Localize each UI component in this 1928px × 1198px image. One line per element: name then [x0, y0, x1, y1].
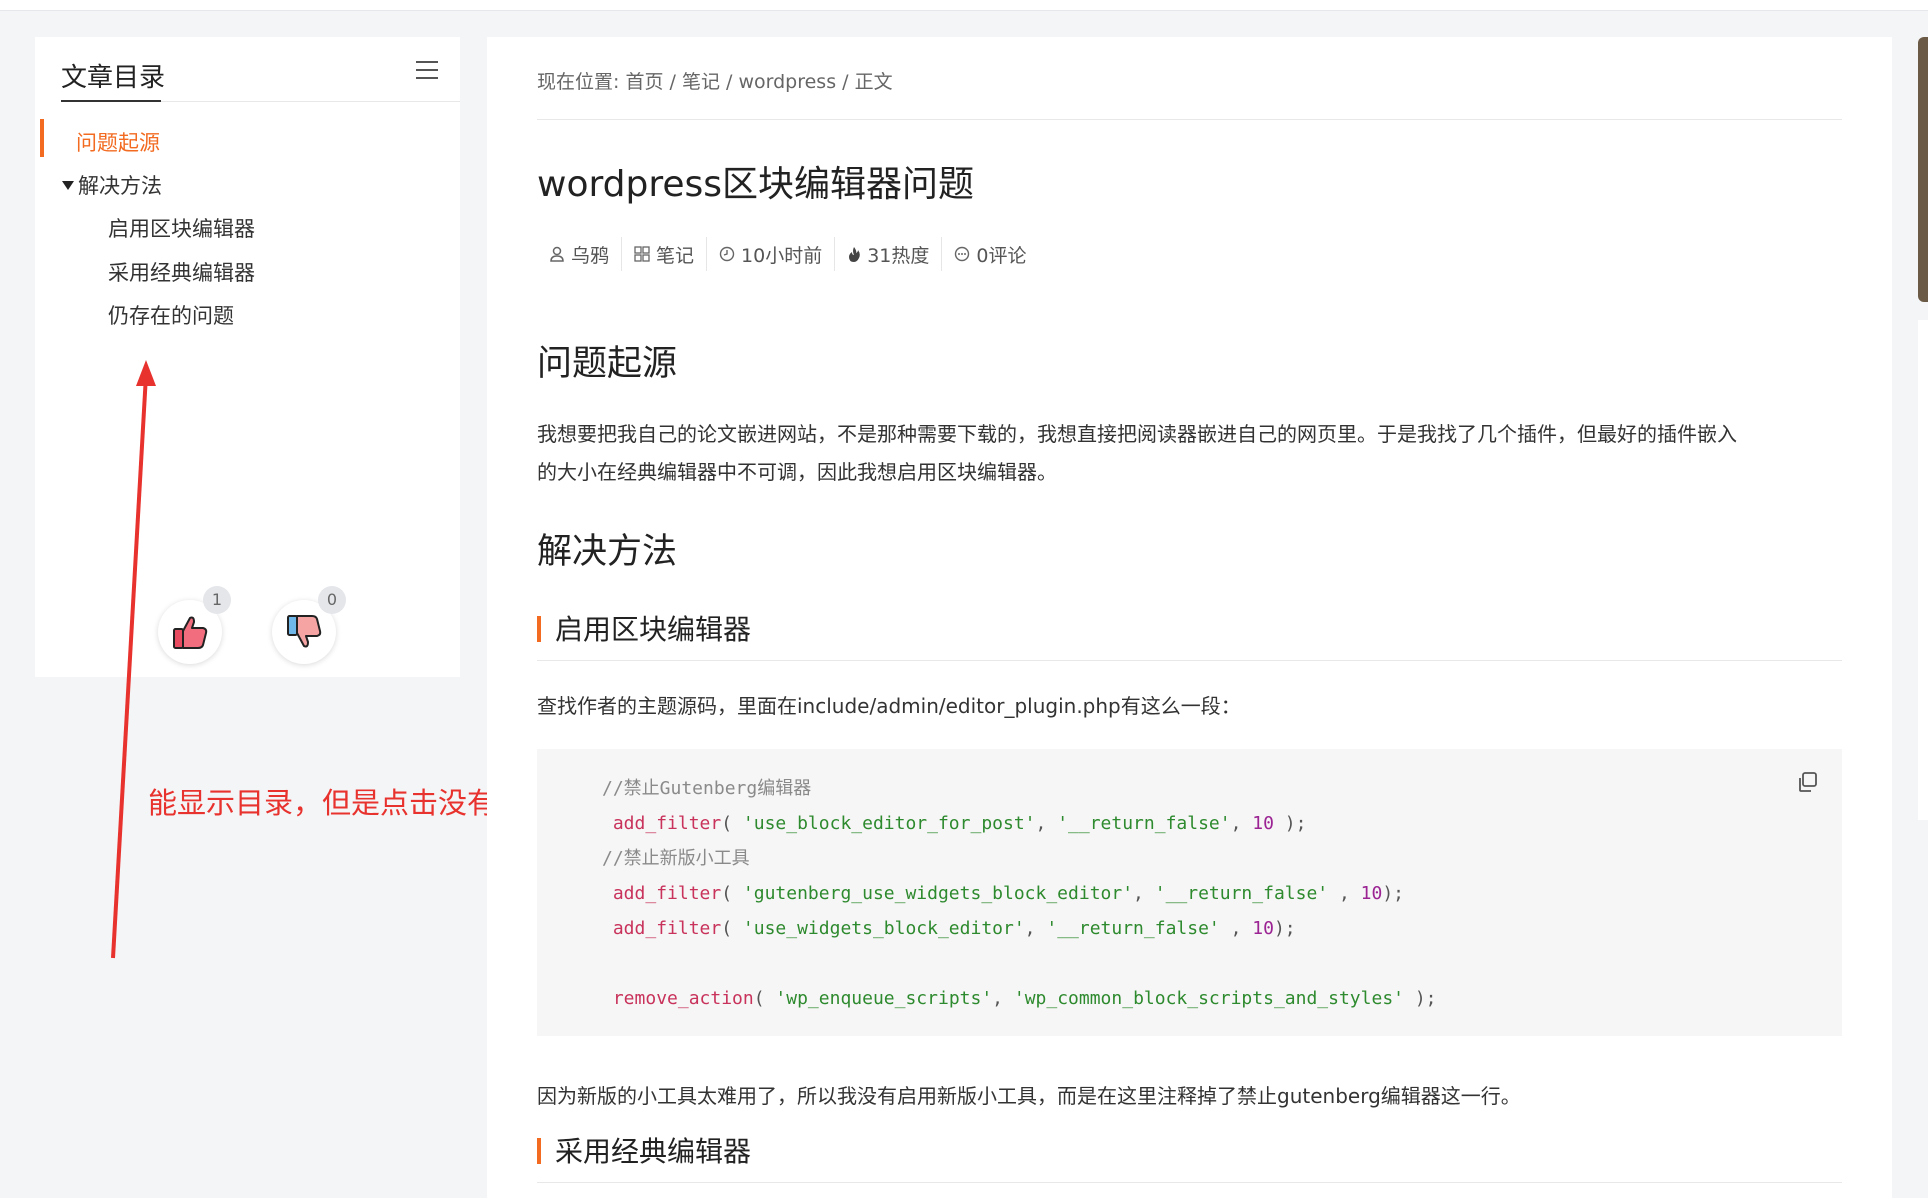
code-function: add_filter [612, 883, 722, 904]
code-content: //禁止Gutenberg编辑器 add_filter( 'use_block_… [602, 778, 1437, 1009]
code-comment: //禁止Gutenberg编辑器 [602, 778, 812, 799]
toc-active-indicator [40, 119, 44, 157]
toc-item-label: 启用区块编辑器 [108, 217, 255, 241]
copy-icon[interactable] [1796, 771, 1818, 793]
toc-item-label: 采用经典编辑器 [108, 261, 255, 285]
meta-time-label: 10小时前 [741, 244, 823, 267]
meta-author-label: 乌鸦 [571, 244, 610, 267]
meta-category[interactable]: 笔记 [622, 237, 708, 271]
dislike-count: 0 [318, 586, 346, 614]
heading-divider [537, 660, 1842, 661]
code-string: '__return_false' [1154, 883, 1329, 904]
article-meta: 乌鸦 笔记 10小时前 31热度 0评论 [537, 237, 1039, 271]
code-function: add_filter [612, 918, 722, 939]
breadcrumb-separator: / [663, 71, 682, 93]
code-string: 'gutenberg_use_widgets_block_editor' [742, 883, 1134, 904]
paragraph-block: 查找作者的主题源码，里面在include/admin/editor_plugin… [537, 694, 1241, 718]
toc-item-remaining[interactable]: 仍存在的问题 [108, 300, 234, 330]
breadcrumb-separator: / [836, 71, 855, 93]
paragraph-after-code: 因为新版的小工具太难用了，所以我没有启用新版小工具，而是在这里注释掉了禁止gut… [537, 1084, 1521, 1108]
grid-icon [634, 246, 650, 262]
toc-item-enable-block[interactable]: 启用区块编辑器 [108, 213, 255, 243]
breadcrumb-separator: / [719, 71, 739, 93]
heading-divider [537, 1182, 1842, 1183]
code-number: 10 [1252, 918, 1274, 939]
meta-category-label: 笔记 [656, 244, 695, 267]
toc-item-solution[interactable]: 解决方法 [62, 170, 162, 200]
paragraph-line: 我想要把我自己的论文嵌进网站，不是那种需要下载的，我想直接把阅读器嵌进自己的网页… [537, 422, 1737, 446]
code-block: //禁止Gutenberg编辑器 add_filter( 'use_block_… [537, 749, 1842, 1036]
article-title: wordpress区块编辑器问题 [537, 164, 975, 205]
heading-enable-block: 启用区块编辑器 [537, 608, 751, 648]
toc-item-origin[interactable]: 问题起源 [76, 127, 160, 157]
paragraph-line: 的大小在经典编辑器中不可调，因此我想启用区块编辑器。 [537, 460, 1057, 484]
thumbs-down-icon [287, 615, 322, 648]
thumbs-up-icon [173, 616, 208, 649]
breadcrumb: 现在位置: 首页 / 笔记 / wordpress / 正文 [537, 67, 893, 94]
breadcrumb-divider [537, 119, 1842, 120]
toc-item-label: 问题起源 [76, 131, 160, 155]
side-image-edge [1918, 37, 1928, 302]
code-function: add_filter [612, 813, 722, 834]
meta-time: 10小时前 [707, 237, 836, 271]
code-string: '__return_false' [1057, 813, 1231, 834]
clock-icon [719, 246, 735, 262]
breadcrumb-subcategory[interactable]: wordpress [738, 71, 836, 93]
breadcrumb-home[interactable]: 首页 [625, 71, 663, 93]
top-bar [0, 0, 1928, 11]
side-card-edge [1918, 320, 1928, 820]
breadcrumb-category[interactable]: 笔记 [682, 71, 720, 93]
toc-title: 文章目录 [61, 63, 166, 93]
toc-item-label: 解决方法 [78, 174, 162, 198]
user-icon [550, 246, 564, 262]
code-string: 'use_widgets_block_editor' [742, 918, 1025, 939]
code-string: 'use_block_editor_for_post' [742, 813, 1036, 834]
breadcrumb-current: 正文 [854, 71, 893, 93]
code-string: '__return_false' [1046, 918, 1220, 939]
meta-author[interactable]: 乌鸦 [537, 237, 623, 271]
caret-down-icon[interactable] [62, 181, 74, 190]
meta-comments-label: 0评论 [976, 244, 1027, 267]
code-number: 10 [1252, 813, 1274, 834]
flame-icon [849, 247, 861, 262]
paragraph-origin: 我想要把我自己的论文嵌进网站，不是那种需要下载的，我想直接把阅读器嵌进自己的网页… [537, 415, 1842, 491]
code-function: remove_action [612, 988, 754, 1009]
comment-icon [955, 246, 970, 262]
heading-classic: 采用经典编辑器 [537, 1130, 751, 1170]
toc-item-label: 仍存在的问题 [108, 304, 234, 328]
code-string: 'wp_enqueue_scripts' [775, 988, 993, 1009]
menu-icon[interactable] [416, 61, 438, 81]
like-count: 1 [203, 586, 231, 614]
toc-item-classic[interactable]: 采用经典编辑器 [108, 257, 255, 287]
code-string: 'wp_common_block_scripts_and_styles' [1013, 988, 1404, 1009]
toc-title-underline [61, 100, 161, 102]
meta-heat: 31热度 [835, 237, 943, 271]
article-panel: 现在位置: 首页 / 笔记 / wordpress / 正文 wordpress… [487, 37, 1892, 1198]
code-comment: //禁止新版小工具 [602, 848, 750, 869]
breadcrumb-prefix: 现在位置: [537, 71, 626, 93]
toc-panel: 文章目录 问题起源 解决方法 启用区块编辑器 采用经典编辑器 仍存在的问题 1 … [35, 37, 460, 677]
heading-origin: 问题起源 [537, 344, 678, 384]
meta-comments[interactable]: 0评论 [942, 237, 1038, 271]
meta-heat-label: 31热度 [867, 244, 930, 267]
toc-header: 文章目录 [61, 37, 460, 102]
heading-solution: 解决方法 [537, 532, 678, 572]
code-number: 10 [1360, 883, 1383, 904]
